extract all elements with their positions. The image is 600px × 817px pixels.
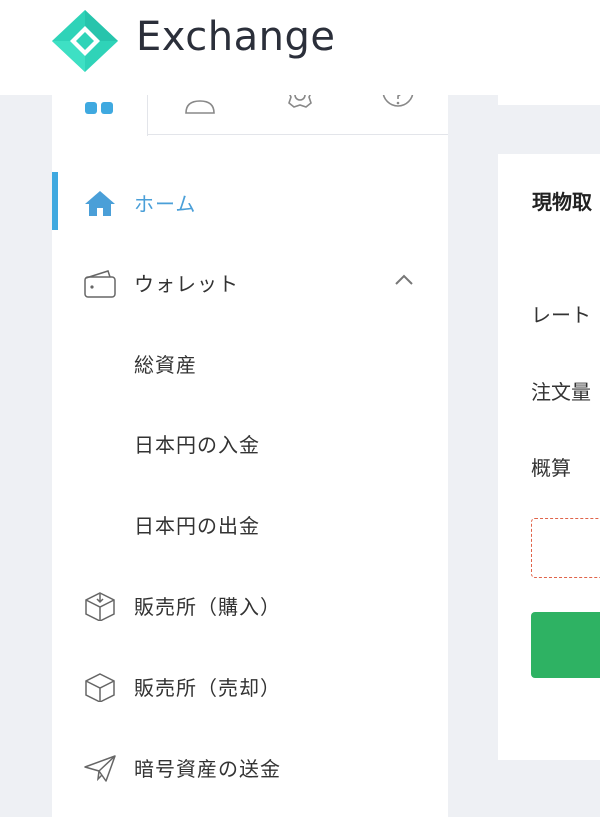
sidebar-subitem-jpy-deposit[interactable]: 日本円の入金 (52, 413, 448, 473)
sidebar-subitem-total-assets[interactable]: 総資産 (52, 333, 448, 393)
wallet-icon (84, 270, 116, 298)
main-top-panel (498, 95, 600, 105)
sidebar-item-home[interactable]: ホーム (52, 172, 448, 232)
top-bar: Exchange (0, 0, 600, 95)
order-amount-label: 注文量 (531, 380, 591, 404)
sidebar-item-label: 総資産 (134, 353, 197, 377)
card-title: 現物取 (532, 190, 592, 214)
sidebar-item-buy[interactable]: 販売所（購入） (52, 575, 448, 635)
spot-trade-card: 現物取 レート 注文量 概算 (498, 154, 600, 760)
warning-box (531, 518, 600, 578)
rate-label: レート (531, 303, 591, 327)
chevron-up-icon[interactable] (392, 270, 416, 290)
box-download-icon (85, 592, 115, 621)
estimate-label: 概算 (531, 456, 571, 480)
sidebar-item-label: 販売所（購入） (134, 595, 281, 619)
sidebar-item-crypto-send[interactable]: 暗号資産の送金 (52, 737, 448, 797)
sidebar-item-label: 販売所（売却） (134, 676, 281, 700)
sidebar-item-label: 日本円の出金 (134, 514, 260, 538)
sidebar-item-sell[interactable]: 販売所（売却） (52, 656, 448, 716)
sidebar: ホーム ウォレット 総資産 日本円の入金 日本円の出金 販売所（購入） 販売所（… (52, 83, 448, 817)
sidebar-item-label: 日本円の入金 (134, 433, 260, 457)
active-indicator (52, 172, 58, 230)
sidebar-item-wallet[interactable]: ウォレット (52, 252, 448, 312)
dashboard-icon (85, 102, 113, 114)
submit-button[interactable] (531, 612, 600, 678)
sidebar-subitem-jpy-withdraw[interactable]: 日本円の出金 (52, 494, 448, 554)
sidebar-item-label: 暗号資産の送金 (134, 757, 281, 781)
home-icon (85, 191, 115, 216)
paper-plane-icon (84, 755, 116, 782)
brand-name: Exchange (136, 14, 336, 60)
sidebar-item-label: ホーム (134, 192, 197, 216)
logo-icon[interactable] (50, 8, 120, 74)
sidebar-item-label: ウォレット (134, 272, 239, 296)
box-icon (85, 673, 115, 702)
